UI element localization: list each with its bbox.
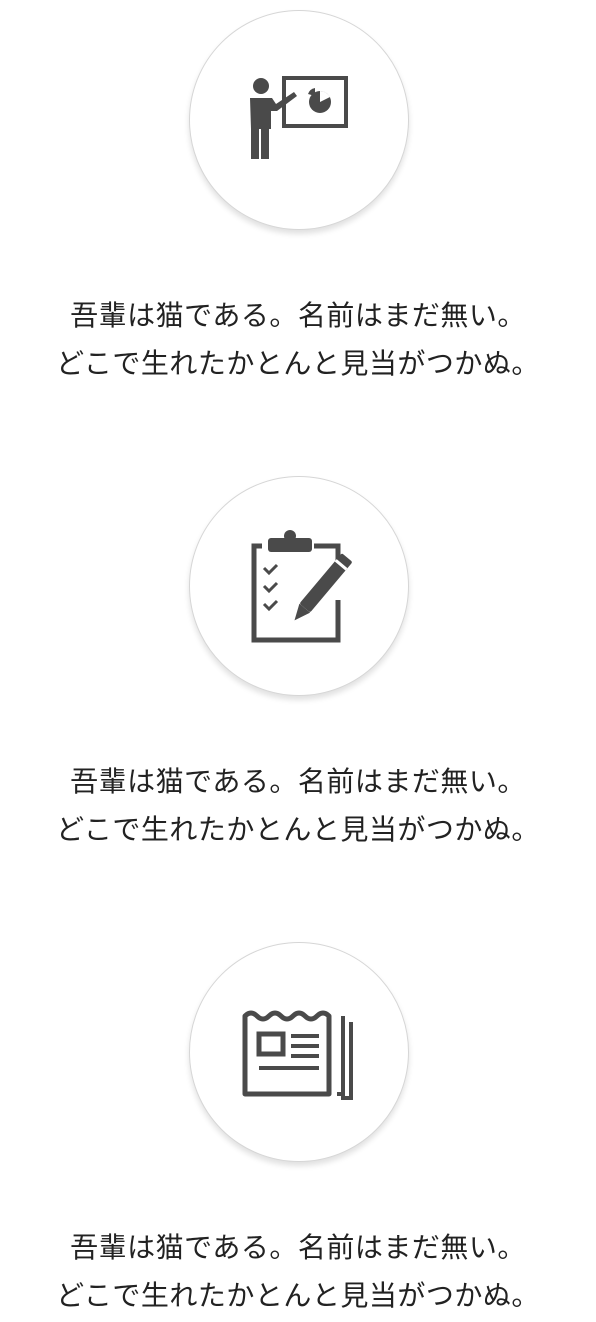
icon-circle-2 — [189, 476, 409, 696]
icon-circle-3 — [189, 942, 409, 1162]
caption-line-1: 吾輩は猫である。名前はまだ無い。 — [70, 299, 526, 332]
caption-line-2: どこで生れたかとんと見当がつかぬ。 — [56, 813, 540, 846]
feature-caption-3: 吾輩は猫である。名前はまだ無い。 どこで生れたかとんと見当がつかぬ。 — [0, 1224, 596, 1320]
caption-line-2: どこで生れたかとんと見当がつかぬ。 — [56, 347, 540, 380]
caption-line-1: 吾輩は猫である。名前はまだ無い。 — [70, 1231, 526, 1264]
presentation-icon — [250, 76, 348, 159]
caption-line-1: 吾輩は猫である。名前はまだ無い。 — [70, 765, 526, 798]
caption-line-2: どこで生れたかとんと見当がつかぬ。 — [56, 1279, 540, 1312]
icon-circle-1 — [189, 10, 409, 230]
newspaper-icon — [242, 1010, 353, 1100]
clipboard-checklist-icon — [251, 530, 352, 643]
feature-caption-1: 吾輩は猫である。名前はまだ無い。 どこで生れたかとんと見当がつかぬ。 — [0, 292, 596, 388]
feature-caption-2: 吾輩は猫である。名前はまだ無い。 どこで生れたかとんと見当がつかぬ。 — [0, 758, 596, 854]
